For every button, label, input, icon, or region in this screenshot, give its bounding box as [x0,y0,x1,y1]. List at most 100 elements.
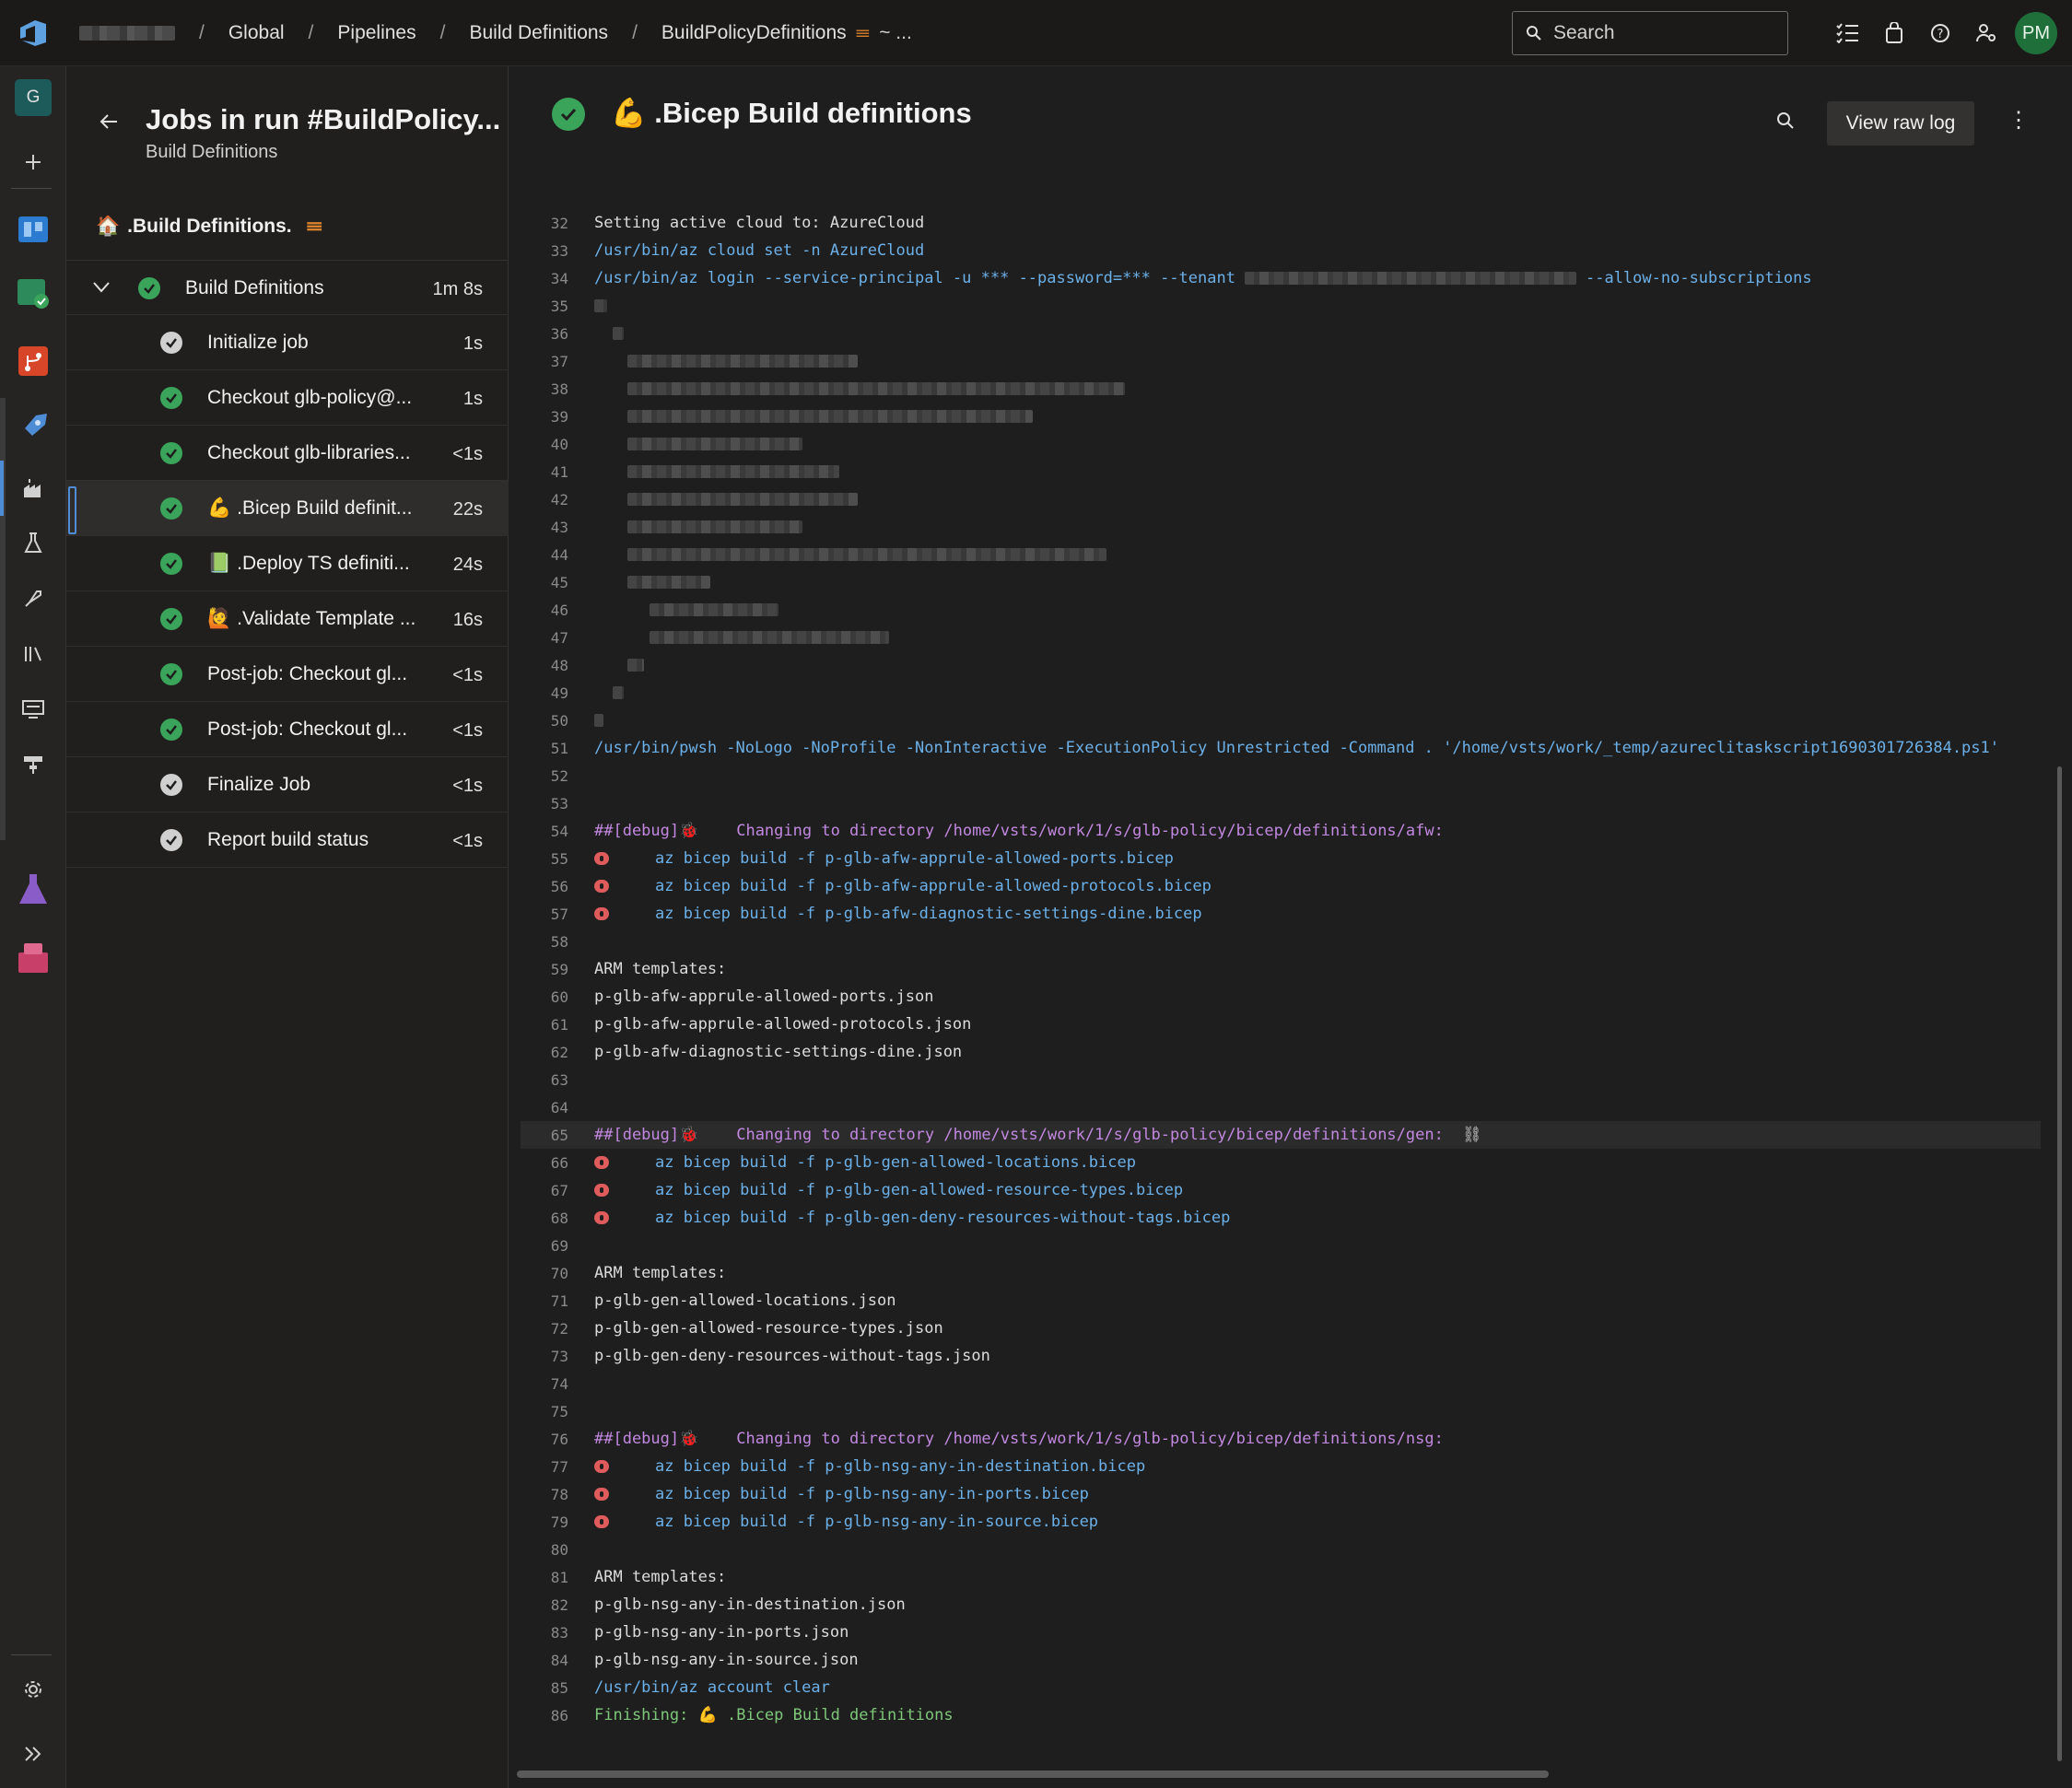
log-line[interactable]: 75 [521,1397,2041,1425]
job-row[interactable]: Checkout glb-policy@... 1s [66,370,509,426]
log-line[interactable]: 46 [521,596,2041,624]
marketplace-bag-icon[interactable] [1871,10,1917,56]
log-line[interactable]: 51/usr/bin/pwsh -NoLogo -NoProfile -NonI… [521,734,2041,762]
log-line[interactable]: 62 p-glb-afw-diagnostic-settings-dine.jso… [521,1038,2041,1066]
breadcrumb-org-redacted[interactable] [79,25,175,41]
stage-header[interactable]: 🏠 .Build Definitions. 𝍢 [66,205,509,249]
log-line[interactable]: 63 [521,1066,2041,1093]
log-line[interactable]: 58 [521,928,2041,955]
log-line[interactable]: 71 p-glb-gen-allowed-locations.json [521,1287,2041,1315]
log-line[interactable]: 57 az bicep build -f p-glb-afw-diagnostic… [521,900,2041,928]
log-line[interactable]: 49 [521,679,2041,707]
log-line[interactable]: 66 az bicep build -f p-glb-gen-allowed-lo… [521,1149,2041,1176]
log-line[interactable]: 72 p-glb-gen-allowed-resource-types.json [521,1315,2041,1342]
log-line[interactable]: 38 [521,375,2041,403]
job-row[interactable]: 📗 .Deploy TS definiti... 24s [66,536,509,591]
org-switcher[interactable]: G [0,70,66,125]
log-line[interactable]: 40 [521,430,2041,458]
vertical-scrollbar[interactable] [2057,766,2062,1761]
log-line[interactable]: 67 az bicep build -f p-glb-gen-allowed-re… [521,1176,2041,1204]
breadcrumb-folder[interactable]: Build Definitions [469,22,608,44]
log-line[interactable]: 39 [521,403,2041,430]
log-line[interactable]: 78 az bicep build -f p-glb-nsg-any-in-por… [521,1480,2041,1508]
log-line[interactable]: 85/usr/bin/az account clear [521,1674,2041,1701]
search-box[interactable] [1512,11,1788,55]
work-items-icon[interactable] [1825,10,1871,56]
user-settings-icon[interactable] [1963,10,2009,56]
deployment-groups-icon[interactable] [0,737,66,792]
log-line[interactable]: 45 [521,568,2041,596]
job-row[interactable]: Report build status <1s [66,812,509,868]
log-line[interactable]: 76 ##[debug]🐞 Changing to directory /home… [521,1425,2041,1453]
job-row[interactable]: Post-job: Checkout gl... <1s [66,647,509,702]
help-icon[interactable]: ? [1917,10,1963,56]
pipelines-icon[interactable] [0,400,66,455]
breadcrumb-project[interactable]: Global [228,22,285,44]
job-row[interactable]: Initialize job 1s [66,315,509,370]
log-line[interactable]: 68 az bicep build -f p-glb-gen-deny-resou… [521,1204,2041,1232]
log-line[interactable]: 34/usr/bin/az login --service-principal … [521,264,2041,292]
chevron-down-icon[interactable] [92,281,111,294]
log-line[interactable]: 61 p-glb-afw-apprule-allowed-protocols.js… [521,1011,2041,1038]
job-row[interactable]: 💪 .Bicep Build definit... 22s [66,481,509,536]
log-line[interactable]: 54 ##[debug]🐞 Changing to directory /home… [521,817,2041,845]
log-line[interactable]: 84 p-glb-nsg-any-in-source.json [521,1646,2041,1674]
expand-icon[interactable] [0,1726,66,1782]
job-row[interactable]: Checkout glb-libraries... <1s [66,426,509,481]
log-line[interactable]: 60 p-glb-afw-apprule-allowed-ports.json [521,983,2041,1011]
log-line[interactable]: 36 [521,320,2041,347]
log-line[interactable]: 86 Finishing: 💪 .Bicep Build definitions [521,1701,2041,1729]
log-line[interactable]: 69 [521,1232,2041,1259]
repos-icon[interactable] [0,333,66,389]
job-row[interactable]: Finalize Job <1s [66,757,509,812]
log-line[interactable]: 44 [521,541,2041,568]
log-line[interactable]: 32 Setting active cloud to: AzureCloud [521,209,2041,237]
log-line[interactable]: 47 [521,624,2041,651]
log-line[interactable]: 33/usr/bin/az cloud set -n AzureCloud [521,237,2041,264]
log-line[interactable]: 50 [521,707,2041,734]
builds-icon[interactable] [0,461,66,516]
log-line[interactable]: 74 [521,1370,2041,1397]
breadcrumb-pipeline[interactable]: BuildPolicyDefinitions [661,22,847,44]
log-line[interactable]: 56 az bicep build -f p-glb-afw-apprule-al… [521,872,2041,900]
log-line[interactable]: 53 [521,789,2041,817]
log-line[interactable]: 77 az bicep build -f p-glb-nsg-any-in-des… [521,1453,2041,1480]
horizontal-scrollbar[interactable] [517,1770,1549,1778]
log-line[interactable]: 73 p-glb-gen-deny-resources-without-tags.… [521,1342,2041,1370]
log-line[interactable]: 55 az bicep build -f p-glb-afw-apprule-al… [521,845,2041,872]
task-groups-icon[interactable] [0,682,66,737]
avatar[interactable]: PM [2015,12,2057,54]
log-line[interactable]: 81 ARM templates: [521,1563,2041,1591]
log-line[interactable]: 83 p-glb-nsg-any-in-ports.json [521,1619,2041,1646]
log-line[interactable]: 70 ARM templates: [521,1259,2041,1287]
log-line[interactable]: 52 [521,762,2041,789]
log-line[interactable]: 65 ##[debug]🐞 Changing to directory /home… [521,1121,2041,1149]
job-group-row[interactable]: Build Definitions 1m 8s [66,260,509,315]
test-plans-flask-icon[interactable] [0,862,66,917]
plus-icon[interactable] [0,134,66,190]
boards-icon[interactable] [0,201,66,256]
releases-icon[interactable] [0,571,66,626]
log-line[interactable]: 35 [521,292,2041,320]
log-line[interactable]: 59 ARM templates: [521,955,2041,983]
artifacts-icon[interactable] [0,930,66,986]
settings-icon[interactable] [0,1662,66,1717]
library-icon[interactable] [0,626,66,682]
search-input[interactable] [1553,22,1774,44]
breadcrumb-more[interactable]: ~ ... [879,22,912,44]
log-line[interactable]: 41 [521,458,2041,485]
log-line[interactable]: 43 [521,513,2041,541]
copy-link-icon[interactable]: ⛓ [1462,1126,1482,1144]
log-line[interactable]: 79 az bicep build -f p-glb-nsg-any-in-sou… [521,1508,2041,1536]
log-line[interactable]: 82 p-glb-nsg-any-in-destination.json [521,1591,2041,1619]
testing-icon[interactable] [0,516,66,571]
test-plans-icon[interactable] [0,265,66,321]
back-arrow-icon[interactable] [98,111,120,133]
more-options-icon[interactable]: ⋮ [2008,107,2030,134]
log-line[interactable]: 37 [521,347,2041,375]
job-row[interactable]: 🙋 .Validate Template ... 16s [66,591,509,647]
view-raw-log-button[interactable]: View raw log [1827,101,1974,146]
search-icon[interactable] [1775,111,1796,131]
log-line[interactable]: 64 [521,1093,2041,1121]
log-line[interactable]: 42 [521,485,2041,513]
